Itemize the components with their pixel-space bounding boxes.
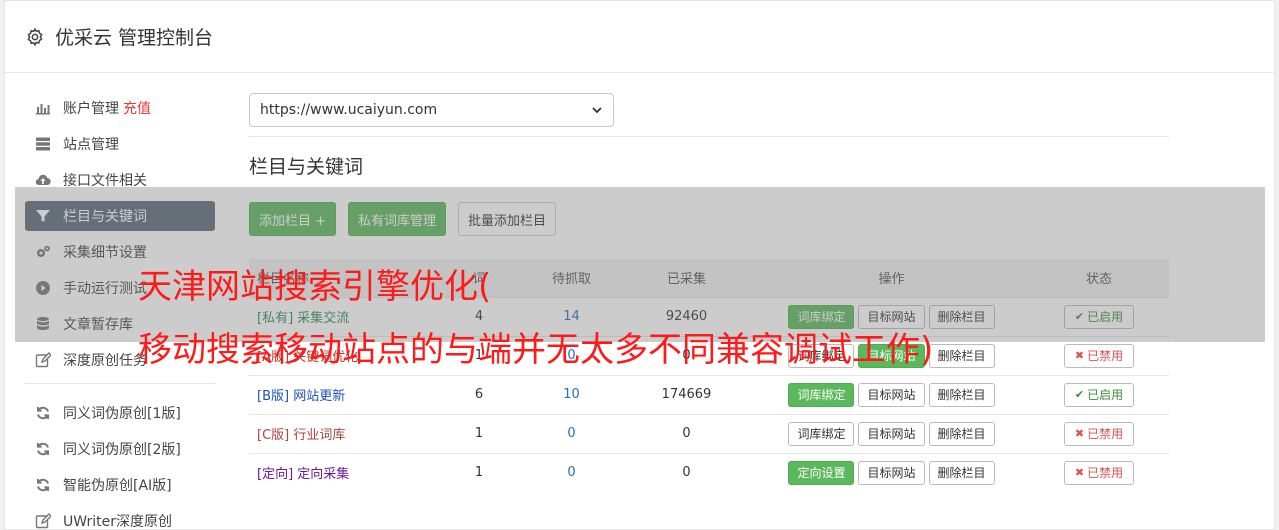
column-tag: [B版] (257, 389, 290, 404)
close-icon: ✖ (1074, 427, 1085, 440)
column-name: 网站更新 (293, 389, 346, 404)
edit-icon (35, 513, 51, 529)
refresh-icon (37, 442, 49, 456)
status-badge[interactable]: ✖ 已禁用 (1063, 421, 1135, 446)
sidebar-item-label: 同义词伪原创[2版] (63, 442, 181, 458)
status-label: 已禁用 (1087, 466, 1124, 481)
target-site-button[interactable]: 目标网站 (858, 382, 925, 407)
delete-column-button[interactable]: 删除栏目 (928, 421, 995, 446)
site-select-value: https://www.ucaiyun.com (260, 102, 438, 118)
bind-library-button[interactable]: 词库绑定 (788, 421, 855, 446)
refresh-icon (37, 478, 49, 492)
delete-column-button[interactable]: 删除栏目 (928, 343, 995, 368)
column-name-cell[interactable]: [定向] 定向采集 (249, 452, 434, 492)
section-title: 栏目与关键词 (249, 156, 364, 178)
edit-icon (35, 352, 51, 368)
divider (249, 136, 1169, 137)
pending-count[interactable]: 0 (524, 413, 619, 453)
close-icon: ✖ (1074, 349, 1085, 362)
pending-count[interactable]: 10 (524, 374, 619, 414)
overlay-text-line2: 移动搜索移动站点的与端并无太多不同兼容调试工作) (138, 330, 934, 370)
collected-count: 0 (619, 452, 754, 492)
word-count: 1 (434, 452, 524, 492)
sidebar-item-synonym-v2[interactable]: 同义词伪原创[2版] (25, 434, 215, 464)
sidebar-item-label: 智能伪原创[AI版] (63, 478, 172, 494)
close-icon: ✖ (1074, 466, 1085, 480)
page-title: 优采云 管理控制台 (55, 27, 214, 49)
word-count: 1 (434, 413, 524, 453)
column-name-cell[interactable]: [B版] 网站更新 (249, 374, 434, 414)
status-badge[interactable]: ✖ 已禁用 (1063, 460, 1135, 485)
cloud-upload-icon (35, 174, 51, 186)
server-icon (36, 137, 50, 151)
delete-column-button[interactable]: 删除栏目 (928, 382, 995, 407)
recharge-link[interactable]: 充值 (123, 98, 151, 118)
status-label: 已启用 (1087, 388, 1124, 402)
bar-chart-icon (36, 104, 50, 115)
check-icon: ✔ (1074, 388, 1085, 401)
column-tag: [定向] (257, 467, 294, 483)
bind-library-button[interactable]: 词库绑定 (788, 382, 855, 407)
column-name-cell[interactable]: [C版] 行业词库 (249, 413, 434, 453)
watermark-overlay (15, 187, 1265, 342)
sidebar-item-label: 同义词伪原创[1版] (63, 406, 181, 422)
sidebar-item-label: UWriter深度原创 (63, 514, 172, 530)
column-name: 定向采集 (297, 467, 350, 483)
table-row: [定向] 定向采集 1 0 0 定向设置 目标网站 删除栏目 ✖ 已禁用 (249, 452, 1169, 492)
collected-count: 0 (619, 413, 754, 453)
gear-icon (27, 27, 43, 46)
sidebar-item-label: 账户管理 (63, 101, 119, 117)
overlay-text-line1: 天津网站搜索引擎优化( (138, 267, 492, 307)
sidebar-item-account[interactable]: 账户管理 充值 (25, 93, 215, 123)
column-tag: [C版] (257, 428, 290, 443)
target-site-button[interactable]: 目标网站 (858, 460, 925, 485)
sidebar-item-label: 站点管理 (63, 137, 119, 153)
chevron-down-icon (592, 107, 602, 114)
word-count: 6 (434, 374, 524, 414)
delete-column-button[interactable]: 删除栏目 (928, 460, 995, 485)
status-label: 已禁用 (1087, 349, 1124, 363)
sidebar-item-uwriter[interactable]: UWriter深度原创 (25, 506, 215, 530)
directed-settings-button[interactable]: 定向设置 (788, 460, 855, 485)
status-badge[interactable]: ✔ 已启用 (1063, 382, 1135, 407)
status-badge[interactable]: ✖ 已禁用 (1063, 343, 1135, 368)
column-name: 行业词库 (293, 428, 346, 443)
sidebar-divider (25, 383, 215, 384)
sidebar-item-synonym-v1[interactable]: 同义词伪原创[1版] (25, 398, 215, 428)
site-select[interactable]: https://www.ucaiyun.com (249, 93, 614, 127)
header: 优采云 管理控制台 (5, 1, 1274, 73)
sidebar-item-label: 深度原创任务 (63, 353, 147, 369)
collected-count: 174669 (619, 374, 754, 414)
sidebar-item-sites[interactable]: 站点管理 (25, 129, 215, 159)
status-label: 已禁用 (1087, 427, 1124, 441)
table-row: [C版] 行业词库 1 0 0 词库绑定 目标网站 删除栏目 ✖ 已禁用 (249, 413, 1169, 453)
refresh-icon (37, 406, 49, 420)
sidebar-item-ai-rewrite[interactable]: 智能伪原创[AI版] (25, 470, 215, 500)
table-row: [B版] 网站更新 6 10 174669 词库绑定 目标网站 删除栏目 ✔ 已启用 (249, 374, 1169, 414)
pending-count[interactable]: 0 (524, 452, 619, 492)
target-site-button[interactable]: 目标网站 (858, 421, 925, 446)
